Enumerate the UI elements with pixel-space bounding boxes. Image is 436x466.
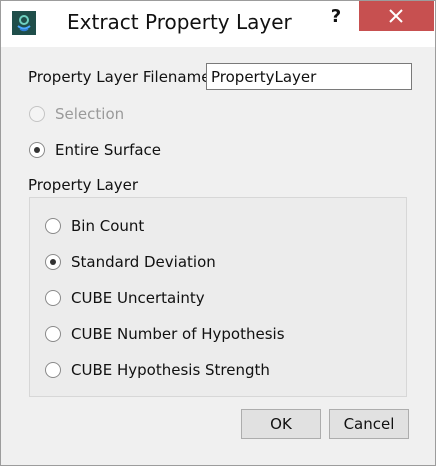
help-button[interactable]: ?	[319, 3, 353, 31]
radio-cube-number-of-hypothesis[interactable]: CUBE Number of Hypothesis	[45, 323, 285, 345]
radio-cube-uncertainty-label: CUBE Uncertainty	[71, 289, 205, 307]
app-logo-icon	[12, 11, 36, 35]
dialog-body: Property Layer Filename Selection Entire…	[1, 47, 435, 465]
filename-label: Property Layer Filename	[28, 68, 211, 86]
close-icon	[389, 9, 403, 23]
radio-entire-surface[interactable]: Entire Surface	[29, 139, 161, 161]
property-layer-group: Bin Count Standard Deviation CUBE Uncert…	[29, 197, 407, 397]
radio-cube-hypothesis-strength-label: CUBE Hypothesis Strength	[71, 361, 270, 379]
cancel-button[interactable]: Cancel	[329, 409, 409, 439]
radio-selection[interactable]: Selection	[29, 103, 124, 125]
radio-cube-hypothesis-strength-button[interactable]	[45, 362, 61, 378]
radio-bin-count-button[interactable]	[45, 218, 61, 234]
radio-standard-deviation-button[interactable]	[45, 254, 61, 270]
property-layer-heading: Property Layer	[28, 176, 139, 194]
filename-input[interactable]	[206, 63, 412, 90]
radio-cube-hypothesis-strength[interactable]: CUBE Hypothesis Strength	[45, 359, 270, 381]
title-bar[interactable]: Extract Property Layer ?	[1, 1, 435, 47]
radio-cube-uncertainty-button[interactable]	[45, 290, 61, 306]
radio-selection-button[interactable]	[29, 106, 45, 122]
radio-bin-count-label: Bin Count	[71, 217, 145, 235]
dialog-window: Extract Property Layer ? Property Layer …	[0, 0, 436, 466]
radio-cube-number-of-hypothesis-label: CUBE Number of Hypothesis	[71, 325, 285, 343]
window-title: Extract Property Layer	[67, 10, 292, 34]
radio-standard-deviation-label: Standard Deviation	[71, 253, 216, 271]
radio-standard-deviation[interactable]: Standard Deviation	[45, 251, 216, 273]
radio-entire-surface-label: Entire Surface	[55, 141, 162, 159]
close-button[interactable]	[359, 1, 434, 31]
radio-cube-uncertainty[interactable]: CUBE Uncertainty	[45, 287, 205, 309]
radio-selection-label: Selection	[55, 105, 125, 123]
radio-entire-surface-button[interactable]	[29, 142, 45, 158]
ok-button[interactable]: OK	[241, 409, 321, 439]
radio-bin-count[interactable]: Bin Count	[45, 215, 144, 237]
radio-cube-number-of-hypothesis-button[interactable]	[45, 326, 61, 342]
